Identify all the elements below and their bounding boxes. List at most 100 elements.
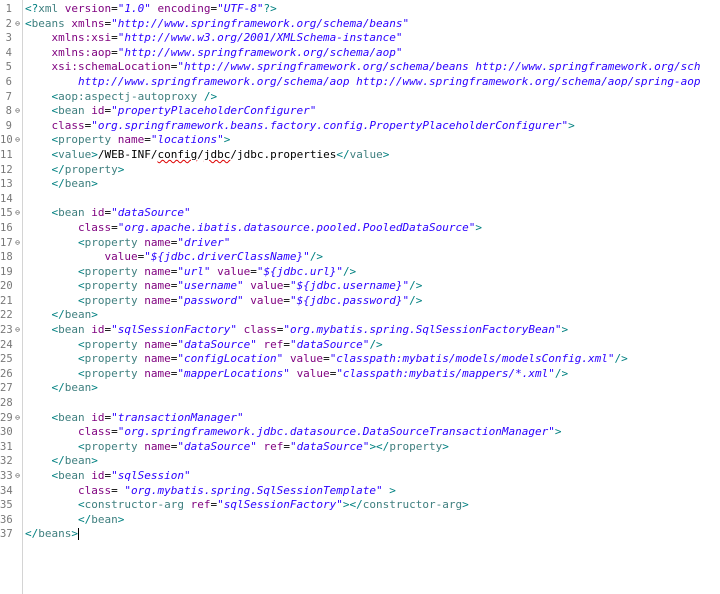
fold-toggle-icon[interactable]: ⊖ [13, 133, 22, 148]
code-line[interactable]: 5 xsi:schemaLocation="http://www.springf… [0, 60, 720, 75]
code-token: ></ [342, 498, 363, 512]
code-line[interactable]: 15 ⊖ <bean id="dataSource" [0, 206, 720, 221]
code-line[interactable]: 21 <property name="password" value="${jd… [0, 294, 720, 309]
code-line[interactable]: 29 ⊖ <bean id="transactionManager" [0, 411, 720, 426]
code-line[interactable]: 11 <value>/WEB-INF/config/jdbc/jdbc.prop… [0, 148, 720, 163]
code-line[interactable]: 20 <property name="username" value="${jd… [0, 279, 720, 294]
code-text: <property name="configLocation" value="c… [25, 352, 628, 367]
code-line[interactable]: 26 <property name="mapperLocations" valu… [0, 367, 720, 382]
fold-toggle-icon[interactable]: ⊖ [13, 206, 22, 221]
code-line[interactable]: 3 xmlns:xsi="http://www.w3.org/2001/XMLS… [0, 31, 720, 46]
code-token: value [349, 147, 383, 161]
code-token: property [84, 293, 138, 307]
code-token: name [144, 352, 171, 366]
code-token: = [111, 425, 118, 439]
code-token: "org.apache.ibatis.datasource.pooled.Poo… [117, 220, 476, 234]
code-token: < [77, 293, 85, 307]
code-line[interactable]: 30 class="org.springframework.jdbc.datas… [0, 425, 720, 440]
code-token: property [84, 366, 138, 380]
code-token: > [382, 147, 390, 161]
fold-toggle-icon[interactable]: ⊖ [13, 469, 22, 484]
code-text: <property name="password" value="${jdbc.… [25, 294, 422, 309]
code-line[interactable]: 16 class="org.apache.ibatis.datasource.p… [0, 221, 720, 236]
code-token: ?> [263, 2, 277, 15]
code-line[interactable]: 7 <aop:aspectj-autoproxy /> [0, 90, 720, 105]
code-text: value="${jdbc.driverClassName}"/> [25, 250, 323, 265]
code-line[interactable]: 17 ⊖ <property name="driver" [0, 236, 720, 251]
code-token: value [289, 352, 324, 366]
code-token: "http://www.springframework.org/schema/a… [117, 45, 403, 59]
code-token: bean [64, 177, 92, 191]
code-token: "dataSource" [111, 206, 191, 220]
code-line[interactable]: 19 <property name="url" value="${jdbc.ur… [0, 265, 720, 280]
code-token: name [144, 337, 171, 351]
line-number: 27 [0, 382, 13, 395]
code-token: property [84, 352, 138, 366]
code-line[interactable]: 36 </bean> [0, 513, 720, 528]
code-line[interactable]: 35 <constructor-arg ref="sqlSessionFacto… [0, 498, 720, 513]
code-line[interactable]: 25 <property name = "configLocation" value… [0, 352, 720, 367]
code-token: ref [190, 498, 211, 512]
code-line[interactable]: 37 </beans> [0, 527, 720, 542]
code-text: <bean id="dataSource" [25, 206, 191, 221]
code-line[interactable]: 10 ⊖ <property name="locations"> [0, 133, 720, 148]
code-line[interactable]: 6 http://www.springframework.org/schema/… [0, 75, 720, 90]
fold-toggle-icon[interactable]: ⊖ [13, 323, 22, 338]
fold-toggle-icon[interactable]: ⊖ [13, 411, 22, 426]
code-line[interactable]: 2 ⊖ <beans xmlns="http://www.springframewo… [0, 17, 720, 32]
fold-toggle-icon[interactable]: ⊖ [13, 236, 22, 251]
line-number: 37 [0, 528, 13, 541]
code-line[interactable]: 23 ⊖ <bean id="sqlSessionFactory" class="… [0, 323, 720, 338]
code-token: "${jdbc.url}" [256, 264, 343, 278]
code-line[interactable]: 28 [0, 396, 720, 411]
fold-toggle-icon[interactable]: ⊖ [13, 17, 22, 32]
code-token: "password" [177, 293, 244, 307]
code-line[interactable]: 33 ⊖ <bean id="sqlSession" [0, 469, 720, 484]
code-line[interactable]: 8 ⊖ <bean id="propertyPlaceholderConfigur… [0, 104, 720, 119]
code-line[interactable]: 31 <property name="dataSource" ref="data… [0, 440, 720, 455]
xml-editor[interactable]: 1 <?xml version="1.0" encoding="UTF-8"?> 2… [0, 0, 720, 594]
code-line[interactable]: 13 </bean> [0, 177, 720, 192]
line-number: 15 [0, 207, 13, 220]
code-line[interactable]: 24 <property name="dataSource" ref="data… [0, 338, 720, 353]
code-line[interactable]: 12 </property> [0, 163, 720, 178]
code-token: < [77, 279, 85, 293]
code-token: class [77, 483, 112, 497]
code-line[interactable]: 1 <?xml version="1.0" encoding="UTF-8"?> [0, 2, 720, 17]
line-number: 30 [0, 426, 13, 439]
code-token: name [144, 235, 171, 249]
code-token: > [568, 118, 575, 132]
code-token: name [144, 279, 171, 293]
code-token: > [117, 512, 125, 526]
code-line[interactable]: 9 class="org.springframework.beans.facto… [0, 119, 720, 134]
code-text: <bean id="propertyPlaceholderConfigurer" [25, 104, 317, 119]
code-line[interactable]: 27 </bean> [0, 381, 720, 396]
code-line[interactable]: 22 </bean> [0, 308, 720, 323]
code-line[interactable]: 32 </bean> [0, 454, 720, 469]
code-token: id [91, 323, 105, 337]
code-token: /> [342, 264, 357, 278]
code-token: "org.mybatis.spring.SqlSessionFactoryBea… [283, 323, 562, 337]
code-token: beans [38, 527, 72, 541]
code-token: = [323, 352, 330, 366]
code-token: <? [25, 2, 39, 15]
code-line[interactable]: 34 class= "org.mybatis.spring.SqlSession… [0, 484, 720, 499]
code-token: = [111, 2, 118, 15]
fold-toggle-icon[interactable]: ⊖ [13, 104, 22, 119]
code-token: class [51, 118, 85, 132]
code-token: property [389, 439, 443, 453]
code-line[interactable]: 18 value="${jdbc.driverClassName}"/> [0, 250, 720, 265]
code-token: = [111, 31, 118, 45]
code-line[interactable]: 4 xmlns:aop="http://www.springframework.… [0, 46, 720, 61]
code-token: "mapperLocations" [177, 366, 290, 380]
code-token: value [58, 147, 92, 161]
code-line[interactable]: 14 [0, 192, 720, 207]
